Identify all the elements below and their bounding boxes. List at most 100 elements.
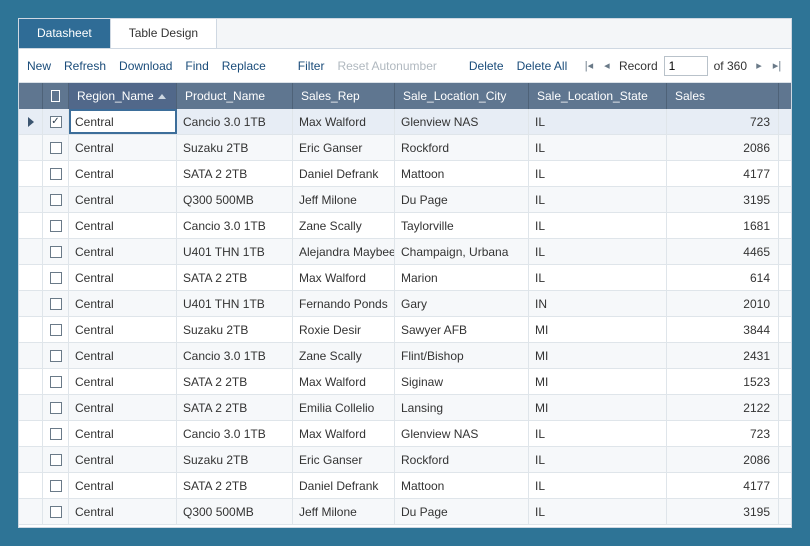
grid-body[interactable]: CentralCancio 3.0 1TBMax WalfordGlenview…	[19, 109, 791, 527]
cell-sale-location-city[interactable]: Taylorville	[395, 213, 529, 238]
column-sale-location-state[interactable]: Sale_Location_State	[529, 83, 667, 109]
cell-sale-location-state[interactable]: IL	[529, 161, 667, 186]
new-button[interactable]: New	[27, 59, 51, 73]
delete-button[interactable]: Delete	[469, 59, 504, 73]
checkbox-icon[interactable]	[50, 480, 62, 492]
cell-sale-location-state[interactable]: IL	[529, 473, 667, 498]
refresh-button[interactable]: Refresh	[64, 59, 106, 73]
cell-sale-location-state[interactable]: MI	[529, 369, 667, 394]
cell-sales[interactable]: 614	[667, 265, 779, 290]
cell-sales[interactable]: 2431	[667, 343, 779, 368]
cell-region-name[interactable]: Central	[69, 109, 177, 134]
cell-sales[interactable]: 2010	[667, 291, 779, 316]
cell-product-name[interactable]: Cancio 3.0 1TB	[177, 343, 293, 368]
cell-sales[interactable]: 3195	[667, 187, 779, 212]
cell-region-name[interactable]: Central	[69, 395, 177, 420]
checkbox-icon[interactable]	[50, 376, 62, 388]
cell-region-name[interactable]: Central	[69, 343, 177, 368]
cell-sales-rep[interactable]: Zane Scally	[293, 213, 395, 238]
checkbox-icon[interactable]	[50, 324, 62, 336]
column-sales-rep[interactable]: Sales_Rep	[293, 83, 395, 109]
cell-sales[interactable]: 723	[667, 421, 779, 446]
cell-sales[interactable]: 2086	[667, 135, 779, 160]
cell-sale-location-state[interactable]: MI	[529, 317, 667, 342]
cell-sales[interactable]: 3195	[667, 499, 779, 524]
prev-record-icon[interactable]: ◂	[601, 60, 613, 72]
row-checkbox-cell[interactable]	[43, 239, 69, 264]
cell-region-name[interactable]: Central	[69, 187, 177, 212]
cell-sales[interactable]: 3844	[667, 317, 779, 342]
checkbox-icon[interactable]	[50, 298, 62, 310]
cell-sale-location-state[interactable]: IL	[529, 109, 667, 134]
cell-sales-rep[interactable]: Roxie Desir	[293, 317, 395, 342]
column-select-all[interactable]	[43, 83, 69, 109]
table-row[interactable]: CentralSuzaku 2TBRoxie DesirSawyer AFBMI…	[19, 317, 791, 343]
cell-product-name[interactable]: Suzaku 2TB	[177, 317, 293, 342]
checkbox-icon[interactable]	[51, 90, 60, 102]
row-checkbox-cell[interactable]	[43, 343, 69, 368]
cell-product-name[interactable]: Cancio 3.0 1TB	[177, 421, 293, 446]
cell-sale-location-state[interactable]: MI	[529, 343, 667, 368]
table-row[interactable]: CentralSATA 2 2TBMax WalfordSiginawMI152…	[19, 369, 791, 395]
cell-product-name[interactable]: Suzaku 2TB	[177, 447, 293, 472]
cell-sale-location-state[interactable]: IL	[529, 421, 667, 446]
cell-product-name[interactable]: U401 THN 1TB	[177, 291, 293, 316]
table-row[interactable]: CentralSATA 2 2TBDaniel DefrankMattoonIL…	[19, 473, 791, 499]
cell-sales-rep[interactable]: Fernando Ponds	[293, 291, 395, 316]
find-button[interactable]: Find	[185, 59, 208, 73]
cell-sales-rep[interactable]: Max Walford	[293, 109, 395, 134]
cell-sale-location-city[interactable]: Glenview NAS	[395, 109, 529, 134]
table-row[interactable]: CentralSuzaku 2TBEric GanserRockfordIL20…	[19, 135, 791, 161]
cell-sale-location-city[interactable]: Siginaw	[395, 369, 529, 394]
table-row[interactable]: CentralSuzaku 2TBEric GanserRockfordIL20…	[19, 447, 791, 473]
row-checkbox-cell[interactable]	[43, 213, 69, 238]
checkbox-icon[interactable]	[50, 350, 62, 362]
cell-sales-rep[interactable]: Eric Ganser	[293, 135, 395, 160]
cell-sale-location-state[interactable]: IL	[529, 239, 667, 264]
replace-button[interactable]: Replace	[222, 59, 266, 73]
last-record-icon[interactable]: ▸|	[771, 60, 783, 72]
record-number-input[interactable]	[664, 56, 708, 76]
row-checkbox-cell[interactable]	[43, 473, 69, 498]
checkbox-icon[interactable]	[50, 194, 62, 206]
cell-product-name[interactable]: SATA 2 2TB	[177, 265, 293, 290]
cell-sale-location-city[interactable]: Mattoon	[395, 161, 529, 186]
cell-sale-location-city[interactable]: Lansing	[395, 395, 529, 420]
table-row[interactable]: CentralSATA 2 2TBMax WalfordMarionIL614	[19, 265, 791, 291]
cell-sales[interactable]: 4465	[667, 239, 779, 264]
cell-sales[interactable]: 4177	[667, 161, 779, 186]
cell-product-name[interactable]: SATA 2 2TB	[177, 161, 293, 186]
cell-sale-location-state[interactable]: IL	[529, 135, 667, 160]
cell-sale-location-city[interactable]: Rockford	[395, 447, 529, 472]
cell-sale-location-city[interactable]: Gary	[395, 291, 529, 316]
cell-sale-location-state[interactable]: IL	[529, 499, 667, 524]
cell-sale-location-city[interactable]: Du Page	[395, 187, 529, 212]
table-row[interactable]: CentralCancio 3.0 1TBZane ScallyTaylorvi…	[19, 213, 791, 239]
cell-product-name[interactable]: SATA 2 2TB	[177, 369, 293, 394]
cell-sale-location-city[interactable]: Rockford	[395, 135, 529, 160]
delete-all-button[interactable]: Delete All	[517, 59, 568, 73]
column-sale-location-city[interactable]: Sale_Location_City	[395, 83, 529, 109]
cell-sale-location-state[interactable]: IL	[529, 265, 667, 290]
table-row[interactable]: CentralU401 THN 1TBAlejandra MaybeeChamp…	[19, 239, 791, 265]
cell-sales-rep[interactable]: Jeff Milone	[293, 499, 395, 524]
row-checkbox-cell[interactable]	[43, 447, 69, 472]
cell-sales-rep[interactable]: Zane Scally	[293, 343, 395, 368]
cell-region-name[interactable]: Central	[69, 213, 177, 238]
row-checkbox-cell[interactable]	[43, 317, 69, 342]
cell-sale-location-state[interactable]: IN	[529, 291, 667, 316]
cell-sales[interactable]: 723	[667, 109, 779, 134]
row-checkbox-cell[interactable]	[43, 109, 69, 134]
row-checkbox-cell[interactable]	[43, 161, 69, 186]
table-row[interactable]: CentralSATA 2 2TBDaniel DefrankMattoonIL…	[19, 161, 791, 187]
checkbox-icon[interactable]	[50, 506, 62, 518]
cell-region-name[interactable]: Central	[69, 161, 177, 186]
cell-sale-location-state[interactable]: IL	[529, 447, 667, 472]
cell-sales[interactable]: 1681	[667, 213, 779, 238]
cell-sale-location-city[interactable]: Glenview NAS	[395, 421, 529, 446]
cell-region-name[interactable]: Central	[69, 473, 177, 498]
column-sales[interactable]: Sales	[667, 83, 779, 109]
cell-sales-rep[interactable]: Daniel Defrank	[293, 473, 395, 498]
checkbox-icon[interactable]	[50, 168, 62, 180]
cell-sales[interactable]: 1523	[667, 369, 779, 394]
